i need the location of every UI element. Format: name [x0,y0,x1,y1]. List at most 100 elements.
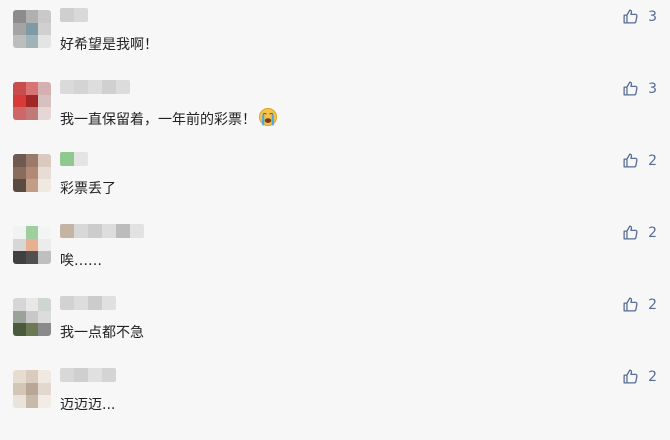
avatar-pixel [38,251,51,264]
commenter-name-blurred [60,8,88,22]
like-count: 2 [648,368,657,385]
like-button[interactable]: 2 [622,152,657,169]
avatar-pixel [13,154,26,167]
thumbs-up-icon [622,296,639,313]
avatar-pixel [38,179,51,192]
name-pixel [60,224,74,238]
thumbs-up-icon [622,80,639,97]
avatar-pixel [13,166,26,180]
avatar-pixel [38,395,51,408]
avatar-pixel [25,298,39,311]
like-count: 2 [648,152,657,169]
avatar-pixel [38,82,51,95]
thumbs-up-icon [622,368,639,385]
name-pixel [102,80,116,94]
avatar-pixel [38,323,51,336]
like-count: 2 [648,224,657,241]
avatar-pixel [25,382,39,396]
avatar-pixel [25,251,39,264]
name-pixel [102,368,116,382]
like-button[interactable]: 2 [622,296,657,313]
avatar-pixel [38,382,51,396]
avatar-pixel [25,395,39,408]
avatar-pixel [13,382,26,396]
avatar-pixel [25,107,39,120]
avatar-pixel [38,298,51,311]
like-count: 3 [648,8,657,25]
avatar-pixel [13,107,26,120]
commenter-name-blurred [60,224,144,238]
avatar[interactable] [13,226,51,264]
commenter-name-blurred [60,296,116,310]
avatar-pixel [25,82,39,95]
comment-item: 好希望是我啊！ 3 [0,8,670,80]
avatar-pixel [13,323,26,336]
comment-item: 我一点都不急 2 [0,296,670,368]
avatar-pixel [13,395,26,408]
avatar[interactable] [13,10,51,48]
name-pixel [60,80,74,94]
thumbs-up-icon [622,224,639,241]
comment-item: 我一直保留着，一年前的彩票！ 3 [0,80,670,152]
avatar-pixel [13,22,26,36]
like-button[interactable]: 3 [622,8,657,25]
avatar-pixel [25,323,39,336]
avatar[interactable] [13,154,51,192]
avatar-pixel [13,226,26,239]
name-pixel [74,368,88,382]
avatar-pixel [38,370,51,383]
name-pixel [74,80,88,94]
like-button[interactable]: 2 [622,224,657,241]
avatar[interactable] [13,370,51,408]
avatar-pixel [13,251,26,264]
avatar-pixel [25,179,39,192]
comment-text: 好希望是我啊！ [60,37,158,53]
avatar-pixel [13,370,26,383]
avatar[interactable] [13,82,51,120]
like-button[interactable]: 2 [622,368,657,385]
avatar-pixel [38,10,51,23]
avatar-pixel [13,35,26,48]
avatar-pixel [25,22,39,36]
name-pixel [60,152,74,166]
thumbs-up-icon [622,152,639,169]
name-pixel [116,224,130,238]
name-pixel [88,224,102,238]
name-pixel [130,224,144,238]
name-pixel [88,80,102,94]
avatar-pixel [38,166,51,180]
avatar-pixel [13,10,26,23]
name-pixel [74,296,88,310]
name-pixel [88,296,102,310]
comment-item: 彩票丢了 2 [0,152,670,224]
avatar-pixel [25,94,39,108]
avatar-pixel [25,154,39,167]
name-pixel [74,8,88,22]
avatar-pixel [13,310,26,324]
comment-text: 彩票丢了 [60,181,116,197]
name-pixel [74,152,88,166]
avatar-pixel [38,154,51,167]
avatar-pixel [25,370,39,383]
avatar-pixel [13,179,26,192]
comment-item: 唉…… 2 [0,224,670,296]
avatar-pixel [38,94,51,108]
commenter-name-blurred [60,152,88,166]
avatar-pixel [13,298,26,311]
name-pixel [60,368,74,382]
avatar-pixel [13,238,26,252]
avatar-pixel [25,10,39,23]
avatar[interactable] [13,298,51,336]
avatar-pixel [13,82,26,95]
name-pixel [88,368,102,382]
like-button[interactable]: 3 [622,80,657,97]
comment-text: 迈迈迈... [60,397,116,413]
like-count: 2 [648,296,657,313]
name-pixel [60,296,74,310]
comment-text: 唉…… [60,253,102,269]
commenter-name-blurred [60,80,130,94]
avatar-pixel [38,226,51,239]
comment-item: 迈迈迈... 2 [0,368,670,440]
name-pixel [116,80,130,94]
avatar-pixel [25,310,39,324]
